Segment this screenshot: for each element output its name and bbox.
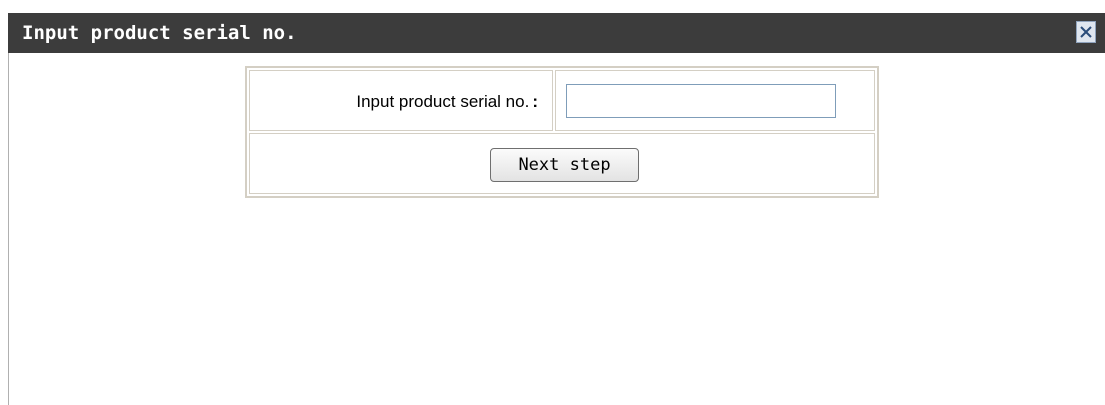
- serial-form-table: Input product serial no.: Next step: [245, 66, 879, 198]
- serial-input-cell: [555, 70, 875, 131]
- serial-label-colon: :: [532, 92, 538, 111]
- dialog-titlebar: Input product serial no.: [8, 13, 1105, 53]
- next-step-button[interactable]: Next step: [490, 148, 639, 182]
- serial-field-label: Input product serial no.:: [356, 71, 538, 132]
- close-button[interactable]: [1076, 21, 1096, 43]
- serial-number-input[interactable]: [566, 84, 836, 118]
- serial-number-dialog: Input product serial no. Input product s…: [0, 0, 1105, 405]
- dialog-title: Input product serial no.: [22, 22, 297, 44]
- serial-label-cell: Input product serial no.:: [249, 70, 553, 131]
- close-icon: [1080, 26, 1092, 38]
- dialog-left-border: [8, 53, 9, 405]
- action-cell: Next step: [249, 133, 875, 194]
- serial-label-text: Input product serial no.: [356, 92, 530, 111]
